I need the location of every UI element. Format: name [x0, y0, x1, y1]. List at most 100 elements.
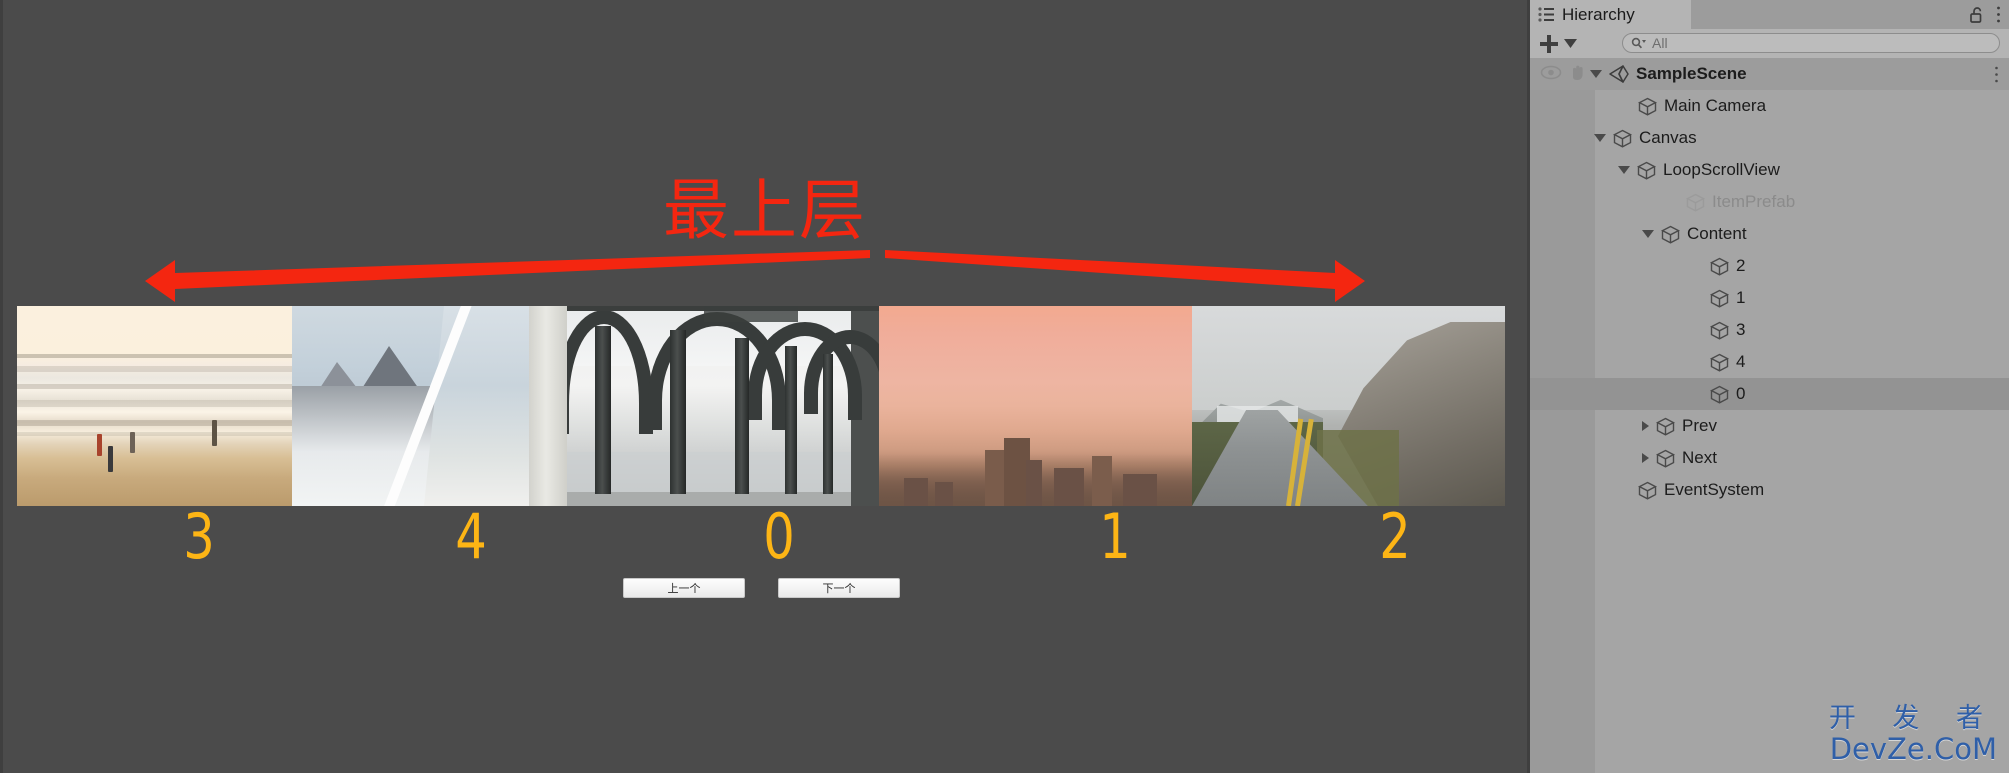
gameobject-icon	[1638, 97, 1657, 116]
hierarchy-row-label: ItemPrefab	[1712, 192, 1796, 211]
pickability-hand-icon[interactable]	[1568, 64, 1588, 82]
gameobject-icon	[1710, 385, 1729, 404]
hierarchy-row-2[interactable]: 2	[1530, 250, 2009, 282]
hierarchy-row-eventsystem[interactable]: EventSystem	[1530, 474, 2009, 506]
gameobject-icon	[1710, 321, 1729, 340]
hierarchy-row-label: Prev	[1682, 416, 1717, 435]
gameobject-icon	[1637, 161, 1656, 180]
hierarchy-row-content[interactable]: Content	[1530, 218, 2009, 250]
hierarchy-row-label: SampleScene	[1636, 64, 1747, 83]
hierarchy-row-label: Canvas	[1639, 128, 1697, 147]
hierarchy-row-samplescene[interactable]: SampleScene	[1530, 58, 2009, 90]
item-index-3: 1	[1099, 500, 1131, 573]
unity-editor-window: 最上层 3 4 0 1 2 上一个 下一个 Hierarchy All Samp…	[0, 0, 2009, 773]
hierarchy-row-itemprefab[interactable]: ItemPrefab	[1530, 186, 2009, 218]
watermark-line1: 开 发 者	[1828, 703, 1997, 734]
expand-triangle-open-icon[interactable]	[1590, 70, 1602, 78]
gameobject-icon	[1656, 449, 1675, 468]
kebab-menu-icon[interactable]	[1996, 6, 2001, 23]
image-city-skyline-sunset	[879, 306, 1192, 506]
hierarchy-toolbar: All	[1530, 29, 2009, 58]
scroll-item-snow[interactable]	[292, 306, 567, 506]
visibility-eye-icon[interactable]	[1540, 65, 1562, 80]
image-snow-white-wall	[528, 306, 567, 506]
expand-spacer	[1690, 394, 1703, 395]
annotation-arrows	[0, 250, 1530, 310]
add-gameobject-button[interactable]	[1538, 33, 1577, 55]
arrows-svg	[145, 250, 1365, 302]
left-arrow	[145, 250, 870, 302]
watermark-line2: DevZe.CoM	[1829, 732, 1997, 766]
tab-bar-icons	[1970, 0, 2001, 29]
hierarchy-row-canvas[interactable]: Canvas	[1530, 122, 2009, 154]
item-index-2: 0	[763, 500, 795, 573]
hierarchy-row-3[interactable]: 3	[1530, 314, 2009, 346]
expand-spacer	[1690, 330, 1703, 331]
image-beach-with-people	[17, 306, 292, 506]
hierarchy-row-label: Content	[1687, 224, 1747, 243]
hierarchy-row-4[interactable]: 4	[1530, 346, 2009, 378]
item-index-0: 3	[183, 500, 215, 573]
loop-scroll-view-strip[interactable]	[17, 306, 1505, 506]
game-view-left-border	[0, 0, 3, 773]
expand-spacer	[1690, 266, 1703, 267]
image-industrial-hall	[567, 306, 879, 506]
item-index-labels: 3 4 0 1 2	[17, 506, 1505, 576]
hierarchy-row-label: LoopScrollView	[1663, 160, 1780, 179]
gameobject-icon	[1710, 289, 1729, 308]
item-index-4: 2	[1379, 500, 1411, 573]
right-arrow	[885, 250, 1365, 302]
hierarchy-row-0[interactable]: 0	[1530, 378, 2009, 410]
hierarchy-row-next[interactable]: Next	[1530, 442, 2009, 474]
expand-spacer	[1618, 106, 1631, 107]
hierarchy-row-label: 4	[1736, 352, 1746, 371]
hierarchy-row-main-camera[interactable]: Main Camera	[1530, 90, 2009, 122]
hierarchy-row-label: 0	[1736, 384, 1746, 403]
watermark: 开 发 者 DevZe.CoM	[1829, 704, 1997, 765]
unity-scene-icon	[1609, 65, 1629, 83]
expand-spacer	[1666, 202, 1679, 203]
expand-triangle-open-icon[interactable]	[1618, 166, 1630, 174]
expand-triangle-closed-icon[interactable]	[1642, 453, 1649, 463]
gameobject-icon	[1613, 129, 1632, 148]
tab-bar-empty-area	[1691, 0, 2009, 29]
expand-triangle-open-icon[interactable]	[1642, 230, 1654, 238]
row-kebab-menu-icon[interactable]	[1994, 58, 1999, 90]
scroll-item-city[interactable]	[879, 306, 1192, 506]
tab-hierarchy[interactable]: Hierarchy	[1530, 0, 1691, 29]
hierarchy-list-icon	[1538, 7, 1555, 22]
hierarchy-row-label: 3	[1736, 320, 1746, 339]
image-mountain-road	[1192, 306, 1505, 506]
search-icon	[1631, 37, 1646, 50]
next-button[interactable]: 下一个	[778, 578, 900, 598]
hierarchy-row-label: Next	[1682, 448, 1717, 467]
navigation-buttons: 上一个 下一个	[0, 578, 1530, 602]
hierarchy-tab-bar: Hierarchy	[1530, 0, 2009, 29]
game-view-panel: 最上层 3 4 0 1 2 上一个 下一个	[0, 0, 1530, 773]
scroll-item-road[interactable]	[1192, 306, 1505, 506]
hierarchy-row-label: Main Camera	[1664, 96, 1767, 115]
expand-triangle-open-icon[interactable]	[1594, 134, 1606, 142]
gameobject-icon	[1710, 257, 1729, 276]
annotation-topmost-label: 最上层	[663, 172, 867, 249]
hierarchy-row-loopscrollview[interactable]: LoopScrollView	[1530, 154, 2009, 186]
hierarchy-tree-rows: SampleScene Main Camera Canvas LoopScrollVi…	[1530, 58, 2009, 506]
gameobject-icon	[1686, 193, 1705, 212]
lock-open-icon[interactable]	[1970, 6, 1984, 23]
tab-hierarchy-label: Hierarchy	[1562, 4, 1635, 24]
expand-spacer	[1618, 490, 1631, 491]
scroll-item-beach[interactable]	[17, 306, 292, 506]
hierarchy-tree[interactable]: SampleScene Main Camera Canvas LoopScrollVi…	[1530, 58, 2009, 773]
expand-triangle-closed-icon[interactable]	[1642, 421, 1649, 431]
gameobject-icon	[1656, 417, 1675, 436]
item-index-1: 4	[455, 500, 487, 573]
gameobject-icon	[1661, 225, 1680, 244]
expand-spacer	[1690, 362, 1703, 363]
prev-button[interactable]: 上一个	[623, 578, 745, 598]
hierarchy-row-label: 2	[1736, 256, 1746, 275]
hierarchy-row-1[interactable]: 1	[1530, 282, 2009, 314]
expand-spacer	[1690, 298, 1703, 299]
scroll-item-hall[interactable]	[567, 306, 879, 506]
hierarchy-row-prev[interactable]: Prev	[1530, 410, 2009, 442]
search-input[interactable]: All	[1622, 33, 2000, 53]
